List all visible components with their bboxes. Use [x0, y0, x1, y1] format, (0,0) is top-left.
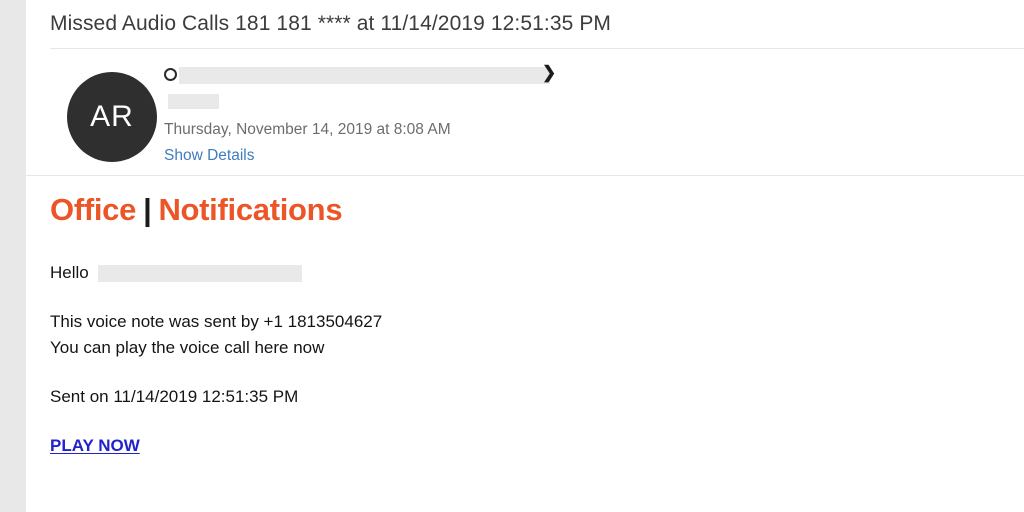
left-gutter	[0, 0, 26, 512]
show-details-link[interactable]: Show Details	[164, 147, 254, 165]
message-date: Thursday, November 14, 2019 at 8:08 AM	[164, 121, 451, 138]
brand-heading: Office | Notifications	[50, 192, 343, 227]
subject-bar: Missed Audio Calls 181 181 **** at 11/14…	[26, 0, 1024, 48]
greeting-label: Hello	[50, 263, 89, 282]
recipient-email-redacted	[97, 264, 302, 282]
body-line-sent-on: Sent on 11/14/2019 12:51:35 PM	[50, 387, 299, 406]
brand-notifications-label: Notifications	[158, 192, 343, 227]
sender-name-redacted	[179, 66, 550, 84]
avatar: AR	[67, 72, 157, 162]
contact-ring-icon	[164, 67, 177, 81]
brand-office-label: Office	[50, 192, 137, 227]
sender-name-row[interactable]: ❯	[164, 61, 1004, 87]
email-body: Office | Notifications Hello This voice no…	[26, 176, 1024, 512]
play-now-link[interactable]: PLAY NOW	[50, 436, 140, 456]
sender-address-redacted	[168, 94, 219, 109]
body-line-play-instruction: You can play the voice call here now	[50, 338, 325, 357]
email-message-screen: Missed Audio Calls 181 181 **** at 11/14…	[0, 0, 1024, 512]
sender-block: AR ❯ Thursday, November 14, 2019 at 8:08…	[26, 49, 1024, 175]
sender-details: ❯ Thursday, November 14, 2019 at 8:08 AM…	[164, 61, 1004, 165]
chevron-right-icon[interactable]: ❯	[542, 64, 556, 81]
body-line-sender-info: This voice note was sent by +1 181350462…	[50, 312, 383, 331]
subject-text: Missed Audio Calls 181 181 **** at 11/14…	[50, 12, 612, 35]
brand-separator: |	[143, 192, 152, 227]
greeting-row: Hello	[50, 263, 302, 283]
